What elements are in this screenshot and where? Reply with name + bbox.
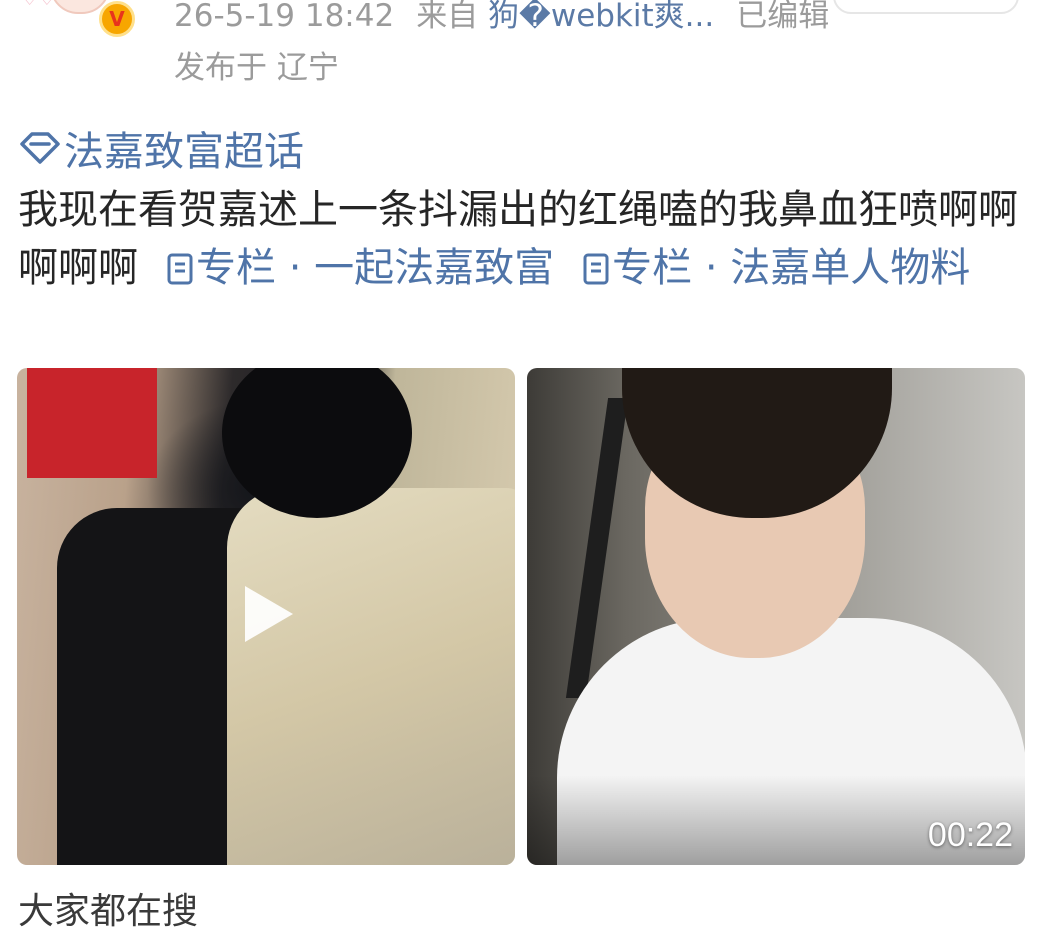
column-link-1[interactable]: 专栏 · 一起法嘉致富 — [166, 245, 554, 291]
video-thumbnail-1[interactable] — [17, 368, 515, 865]
post-timestamp: 26-5-19 18:42 — [174, 0, 395, 34]
post-body: 我现在看贺嘉述上一条抖漏出的红绳嗑的我鼻血狂喷啊啊啊啊啊 专栏 · 一起法嘉致富专… — [18, 181, 1048, 297]
super-topic-link[interactable]: 法嘉致富超话 — [18, 122, 304, 175]
post-meta: 26-5-19 18:42 来自 狗�webkit爽... 已编辑 — [174, 0, 829, 38]
super-topic-label: 法嘉致富超话 — [64, 129, 304, 175]
from-label: 来自 — [416, 0, 479, 34]
red-sign-image — [27, 368, 157, 478]
play-icon[interactable] — [245, 586, 293, 642]
trending-search-heading: 大家都在搜 — [18, 891, 199, 932]
video-duration: 00:22 — [927, 816, 1013, 854]
edited-label: 已编辑 — [736, 0, 830, 34]
source-link[interactable]: 狗�webkit爽... — [488, 0, 714, 34]
column-link-2[interactable]: 专栏 · 法嘉单人物料 — [582, 245, 970, 291]
diamond-icon — [20, 132, 60, 164]
column-icon — [583, 253, 609, 285]
video-thumbnail-2[interactable]: 00:22 — [527, 368, 1025, 865]
column-icon — [167, 253, 193, 285]
heart-decoration-icon: ♡♡ — [18, 0, 59, 12]
post-location: 发布于 辽宁 — [174, 50, 339, 86]
follow-button[interactable] — [833, 0, 1019, 14]
verified-badge-icon: V — [99, 1, 135, 37]
